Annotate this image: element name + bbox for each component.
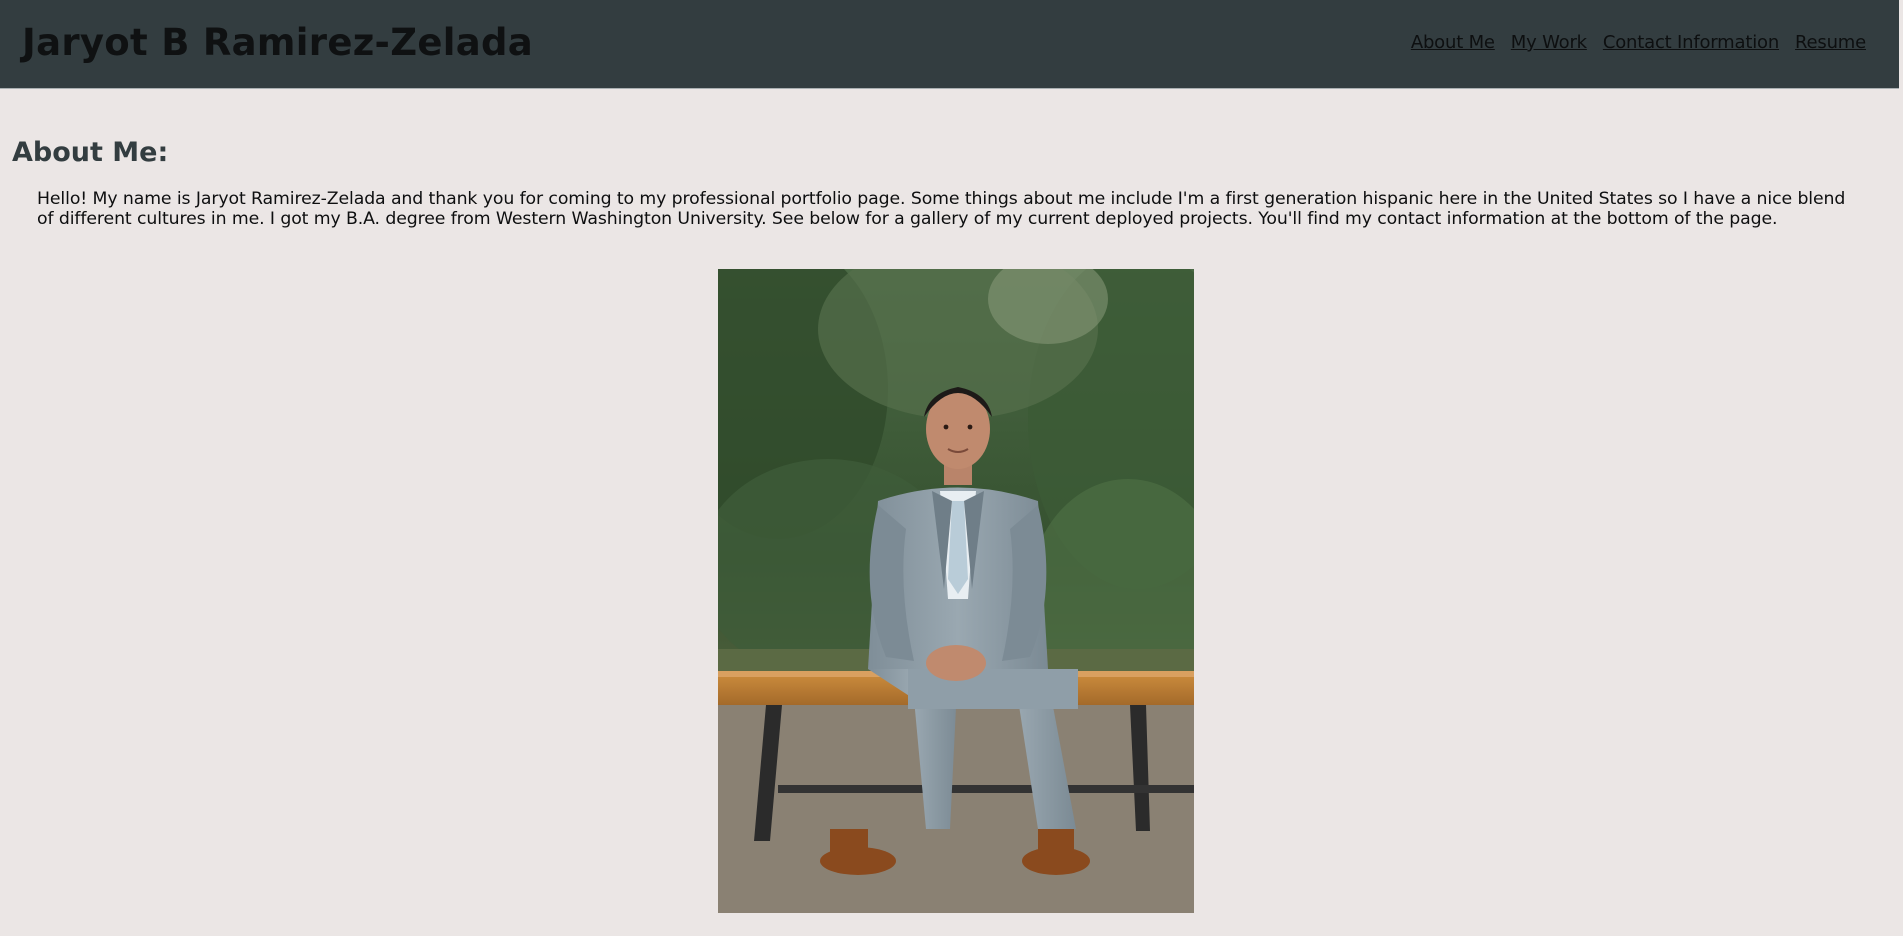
profile-photo bbox=[718, 269, 1194, 913]
main-nav: About Me My Work Contact Information Res… bbox=[1411, 31, 1866, 55]
portfolio-page: Jaryot B Ramirez-Zelada About Me My Work… bbox=[0, 0, 1903, 936]
nav-link-resume[interactable]: Resume bbox=[1795, 31, 1866, 55]
site-title: Jaryot B Ramirez-Zelada bbox=[22, 21, 534, 64]
about-paragraph: Hello! My name is Jaryot Ramirez-Zelada … bbox=[37, 189, 1846, 229]
about-heading: About Me: bbox=[12, 137, 169, 168]
nav-link-contact-information[interactable]: Contact Information bbox=[1603, 31, 1779, 55]
nav-link-about-me[interactable]: About Me bbox=[1411, 31, 1495, 55]
profile-photo-illustration bbox=[718, 269, 1194, 913]
site-header: Jaryot B Ramirez-Zelada About Me My Work… bbox=[0, 0, 1899, 89]
nav-link-my-work[interactable]: My Work bbox=[1511, 31, 1587, 55]
